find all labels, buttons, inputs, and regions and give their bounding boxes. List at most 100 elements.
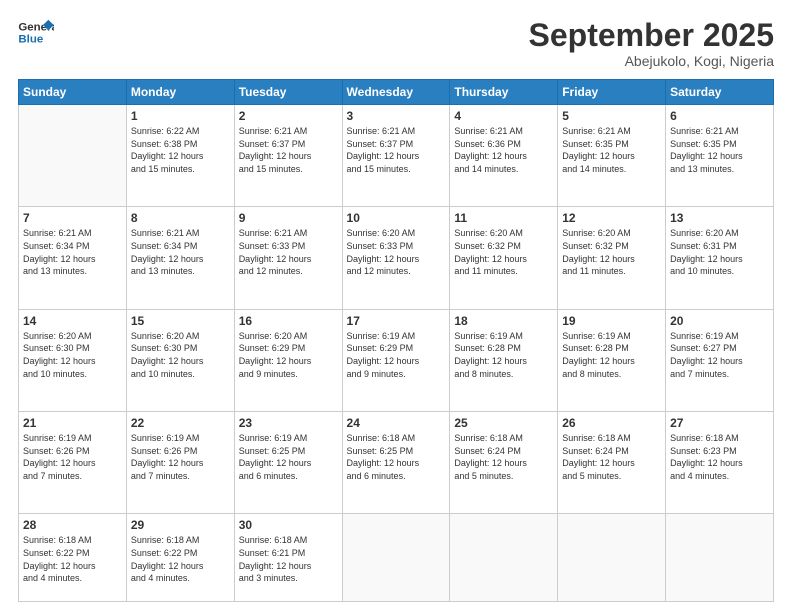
day-number: 26 (562, 416, 661, 430)
title-block: September 2025 Abejukolo, Kogi, Nigeria (529, 18, 774, 69)
table-row: 17 Sunrise: 6:19 AM Sunset: 6:29 PM Dayli… (342, 309, 450, 411)
day-info: Sunrise: 6:20 AM Sunset: 6:33 PM Dayligh… (347, 227, 446, 277)
table-row (450, 514, 558, 602)
col-thursday: Thursday (450, 80, 558, 105)
logo-icon: General Blue (18, 18, 54, 48)
subtitle: Abejukolo, Kogi, Nigeria (529, 53, 774, 69)
day-info: Sunrise: 6:18 AM Sunset: 6:22 PM Dayligh… (131, 534, 230, 584)
day-info: Sunrise: 6:20 AM Sunset: 6:30 PM Dayligh… (131, 330, 230, 380)
table-row: 5Sunrise: 6:21 AM Sunset: 6:35 PM Daylig… (558, 105, 666, 207)
day-number: 22 (131, 416, 230, 430)
day-info: Sunrise: 6:21 AM Sunset: 6:35 PM Dayligh… (562, 125, 661, 175)
table-row: 1 Sunrise: 6:22 AM Sunset: 6:38 PM Daylig… (126, 105, 234, 207)
day-info: Sunrise: 6:21 AM Sunset: 6:33 PM Dayligh… (239, 227, 338, 277)
table-row: 11 Sunrise: 6:20 AM Sunset: 6:32 PM Dayli… (450, 207, 558, 309)
col-sunday: Sunday (19, 80, 127, 105)
calendar-week-row: 21Sunrise: 6:19 AM Sunset: 6:26 PM Dayli… (19, 412, 774, 514)
day-info: Sunrise: 6:21 AM Sunset: 6:34 PM Dayligh… (23, 227, 122, 277)
day-number: 3 (347, 109, 446, 123)
month-title: September 2025 (529, 18, 774, 53)
table-row: 13 Sunrise: 6:20 AM Sunset: 6:31 PM Dayli… (666, 207, 774, 309)
day-number: 25 (454, 416, 553, 430)
day-info: Sunrise: 6:21 AM Sunset: 6:37 PM Dayligh… (347, 125, 446, 175)
table-row: 27Sunrise: 6:18 AM Sunset: 6:23 PM Dayli… (666, 412, 774, 514)
table-row: 14 Sunrise: 6:20 AM Sunset: 6:30 PM Dayli… (19, 309, 127, 411)
calendar-table: Sunday Monday Tuesday Wednesday Thursday… (18, 79, 774, 602)
day-info: Sunrise: 6:19 AM Sunset: 6:29 PM Dayligh… (347, 330, 446, 380)
day-info: Sunrise: 6:21 AM Sunset: 6:34 PM Dayligh… (131, 227, 230, 277)
day-info: Sunrise: 6:20 AM Sunset: 6:32 PM Dayligh… (562, 227, 661, 277)
day-number: 13 (670, 211, 769, 225)
day-info: Sunrise: 6:19 AM Sunset: 6:26 PM Dayligh… (131, 432, 230, 482)
day-number: 10 (347, 211, 446, 225)
table-row: 30 Sunrise: 6:18 AM Sunset: 6:21 PM Dayli… (234, 514, 342, 602)
day-number: 7 (23, 211, 122, 225)
day-info: Sunrise: 6:18 AM Sunset: 6:25 PM Dayligh… (347, 432, 446, 482)
day-info: Sunrise: 6:18 AM Sunset: 6:24 PM Dayligh… (562, 432, 661, 482)
page: General Blue September 2025 Abejukolo, K… (0, 0, 792, 612)
table-row: 3 Sunrise: 6:21 AM Sunset: 6:37 PM Daylig… (342, 105, 450, 207)
day-info: Sunrise: 6:19 AM Sunset: 6:28 PM Dayligh… (454, 330, 553, 380)
day-number: 16 (239, 314, 338, 328)
day-number: 11 (454, 211, 553, 225)
table-row: 28Sunrise: 6:18 AM Sunset: 6:22 PM Dayli… (19, 514, 127, 602)
logo: General Blue (18, 18, 54, 48)
day-number: 18 (454, 314, 553, 328)
table-row: 20 Sunrise: 6:19 AM Sunset: 6:27 PM Dayli… (666, 309, 774, 411)
day-info: Sunrise: 6:21 AM Sunset: 6:35 PM Dayligh… (670, 125, 769, 175)
day-number: 30 (239, 518, 338, 532)
table-row: 2Sunrise: 6:21 AM Sunset: 6:37 PM Daylig… (234, 105, 342, 207)
day-number: 29 (131, 518, 230, 532)
svg-text:Blue: Blue (18, 34, 43, 46)
day-number: 4 (454, 109, 553, 123)
table-row: 15 Sunrise: 6:20 AM Sunset: 6:30 PM Dayli… (126, 309, 234, 411)
table-row: 9 Sunrise: 6:21 AM Sunset: 6:33 PM Daylig… (234, 207, 342, 309)
day-number: 20 (670, 314, 769, 328)
day-info: Sunrise: 6:19 AM Sunset: 6:26 PM Dayligh… (23, 432, 122, 482)
table-row: 10 Sunrise: 6:20 AM Sunset: 6:33 PM Dayli… (342, 207, 450, 309)
day-number: 14 (23, 314, 122, 328)
day-info: Sunrise: 6:20 AM Sunset: 6:30 PM Dayligh… (23, 330, 122, 380)
day-info: Sunrise: 6:21 AM Sunset: 6:37 PM Dayligh… (239, 125, 338, 175)
day-info: Sunrise: 6:20 AM Sunset: 6:29 PM Dayligh… (239, 330, 338, 380)
table-row: 23Sunrise: 6:19 AM Sunset: 6:25 PM Dayli… (234, 412, 342, 514)
day-info: Sunrise: 6:19 AM Sunset: 6:27 PM Dayligh… (670, 330, 769, 380)
day-info: Sunrise: 6:19 AM Sunset: 6:28 PM Dayligh… (562, 330, 661, 380)
day-info: Sunrise: 6:22 AM Sunset: 6:38 PM Dayligh… (131, 125, 230, 175)
calendar-week-row: 7 Sunrise: 6:21 AM Sunset: 6:34 PM Daylig… (19, 207, 774, 309)
table-row (558, 514, 666, 602)
table-row: 8 Sunrise: 6:21 AM Sunset: 6:34 PM Daylig… (126, 207, 234, 309)
day-number: 6 (670, 109, 769, 123)
calendar-week-row: 1 Sunrise: 6:22 AM Sunset: 6:38 PM Daylig… (19, 105, 774, 207)
day-number: 8 (131, 211, 230, 225)
calendar-header-row: Sunday Monday Tuesday Wednesday Thursday… (19, 80, 774, 105)
day-number: 15 (131, 314, 230, 328)
day-number: 1 (131, 109, 230, 123)
day-info: Sunrise: 6:18 AM Sunset: 6:23 PM Dayligh… (670, 432, 769, 482)
table-row: 19 Sunrise: 6:19 AM Sunset: 6:28 PM Dayli… (558, 309, 666, 411)
table-row: 12Sunrise: 6:20 AM Sunset: 6:32 PM Dayli… (558, 207, 666, 309)
col-monday: Monday (126, 80, 234, 105)
day-info: Sunrise: 6:18 AM Sunset: 6:21 PM Dayligh… (239, 534, 338, 584)
table-row: 26 Sunrise: 6:18 AM Sunset: 6:24 PM Dayli… (558, 412, 666, 514)
calendar-week-row: 28Sunrise: 6:18 AM Sunset: 6:22 PM Dayli… (19, 514, 774, 602)
day-number: 17 (347, 314, 446, 328)
table-row: 22 Sunrise: 6:19 AM Sunset: 6:26 PM Dayli… (126, 412, 234, 514)
table-row: 21Sunrise: 6:19 AM Sunset: 6:26 PM Dayli… (19, 412, 127, 514)
table-row: 16 Sunrise: 6:20 AM Sunset: 6:29 PM Dayli… (234, 309, 342, 411)
col-friday: Friday (558, 80, 666, 105)
table-row: 24 Sunrise: 6:18 AM Sunset: 6:25 PM Dayli… (342, 412, 450, 514)
table-row: 25 Sunrise: 6:18 AM Sunset: 6:24 PM Dayli… (450, 412, 558, 514)
day-info: Sunrise: 6:18 AM Sunset: 6:24 PM Dayligh… (454, 432, 553, 482)
table-row: 6 Sunrise: 6:21 AM Sunset: 6:35 PM Daylig… (666, 105, 774, 207)
day-info: Sunrise: 6:20 AM Sunset: 6:31 PM Dayligh… (670, 227, 769, 277)
table-row: 29 Sunrise: 6:18 AM Sunset: 6:22 PM Dayli… (126, 514, 234, 602)
day-number: 9 (239, 211, 338, 225)
day-number: 19 (562, 314, 661, 328)
header: General Blue September 2025 Abejukolo, K… (18, 18, 774, 69)
day-number: 24 (347, 416, 446, 430)
day-info: Sunrise: 6:21 AM Sunset: 6:36 PM Dayligh… (454, 125, 553, 175)
day-number: 23 (239, 416, 338, 430)
day-info: Sunrise: 6:18 AM Sunset: 6:22 PM Dayligh… (23, 534, 122, 584)
day-info: Sunrise: 6:20 AM Sunset: 6:32 PM Dayligh… (454, 227, 553, 277)
